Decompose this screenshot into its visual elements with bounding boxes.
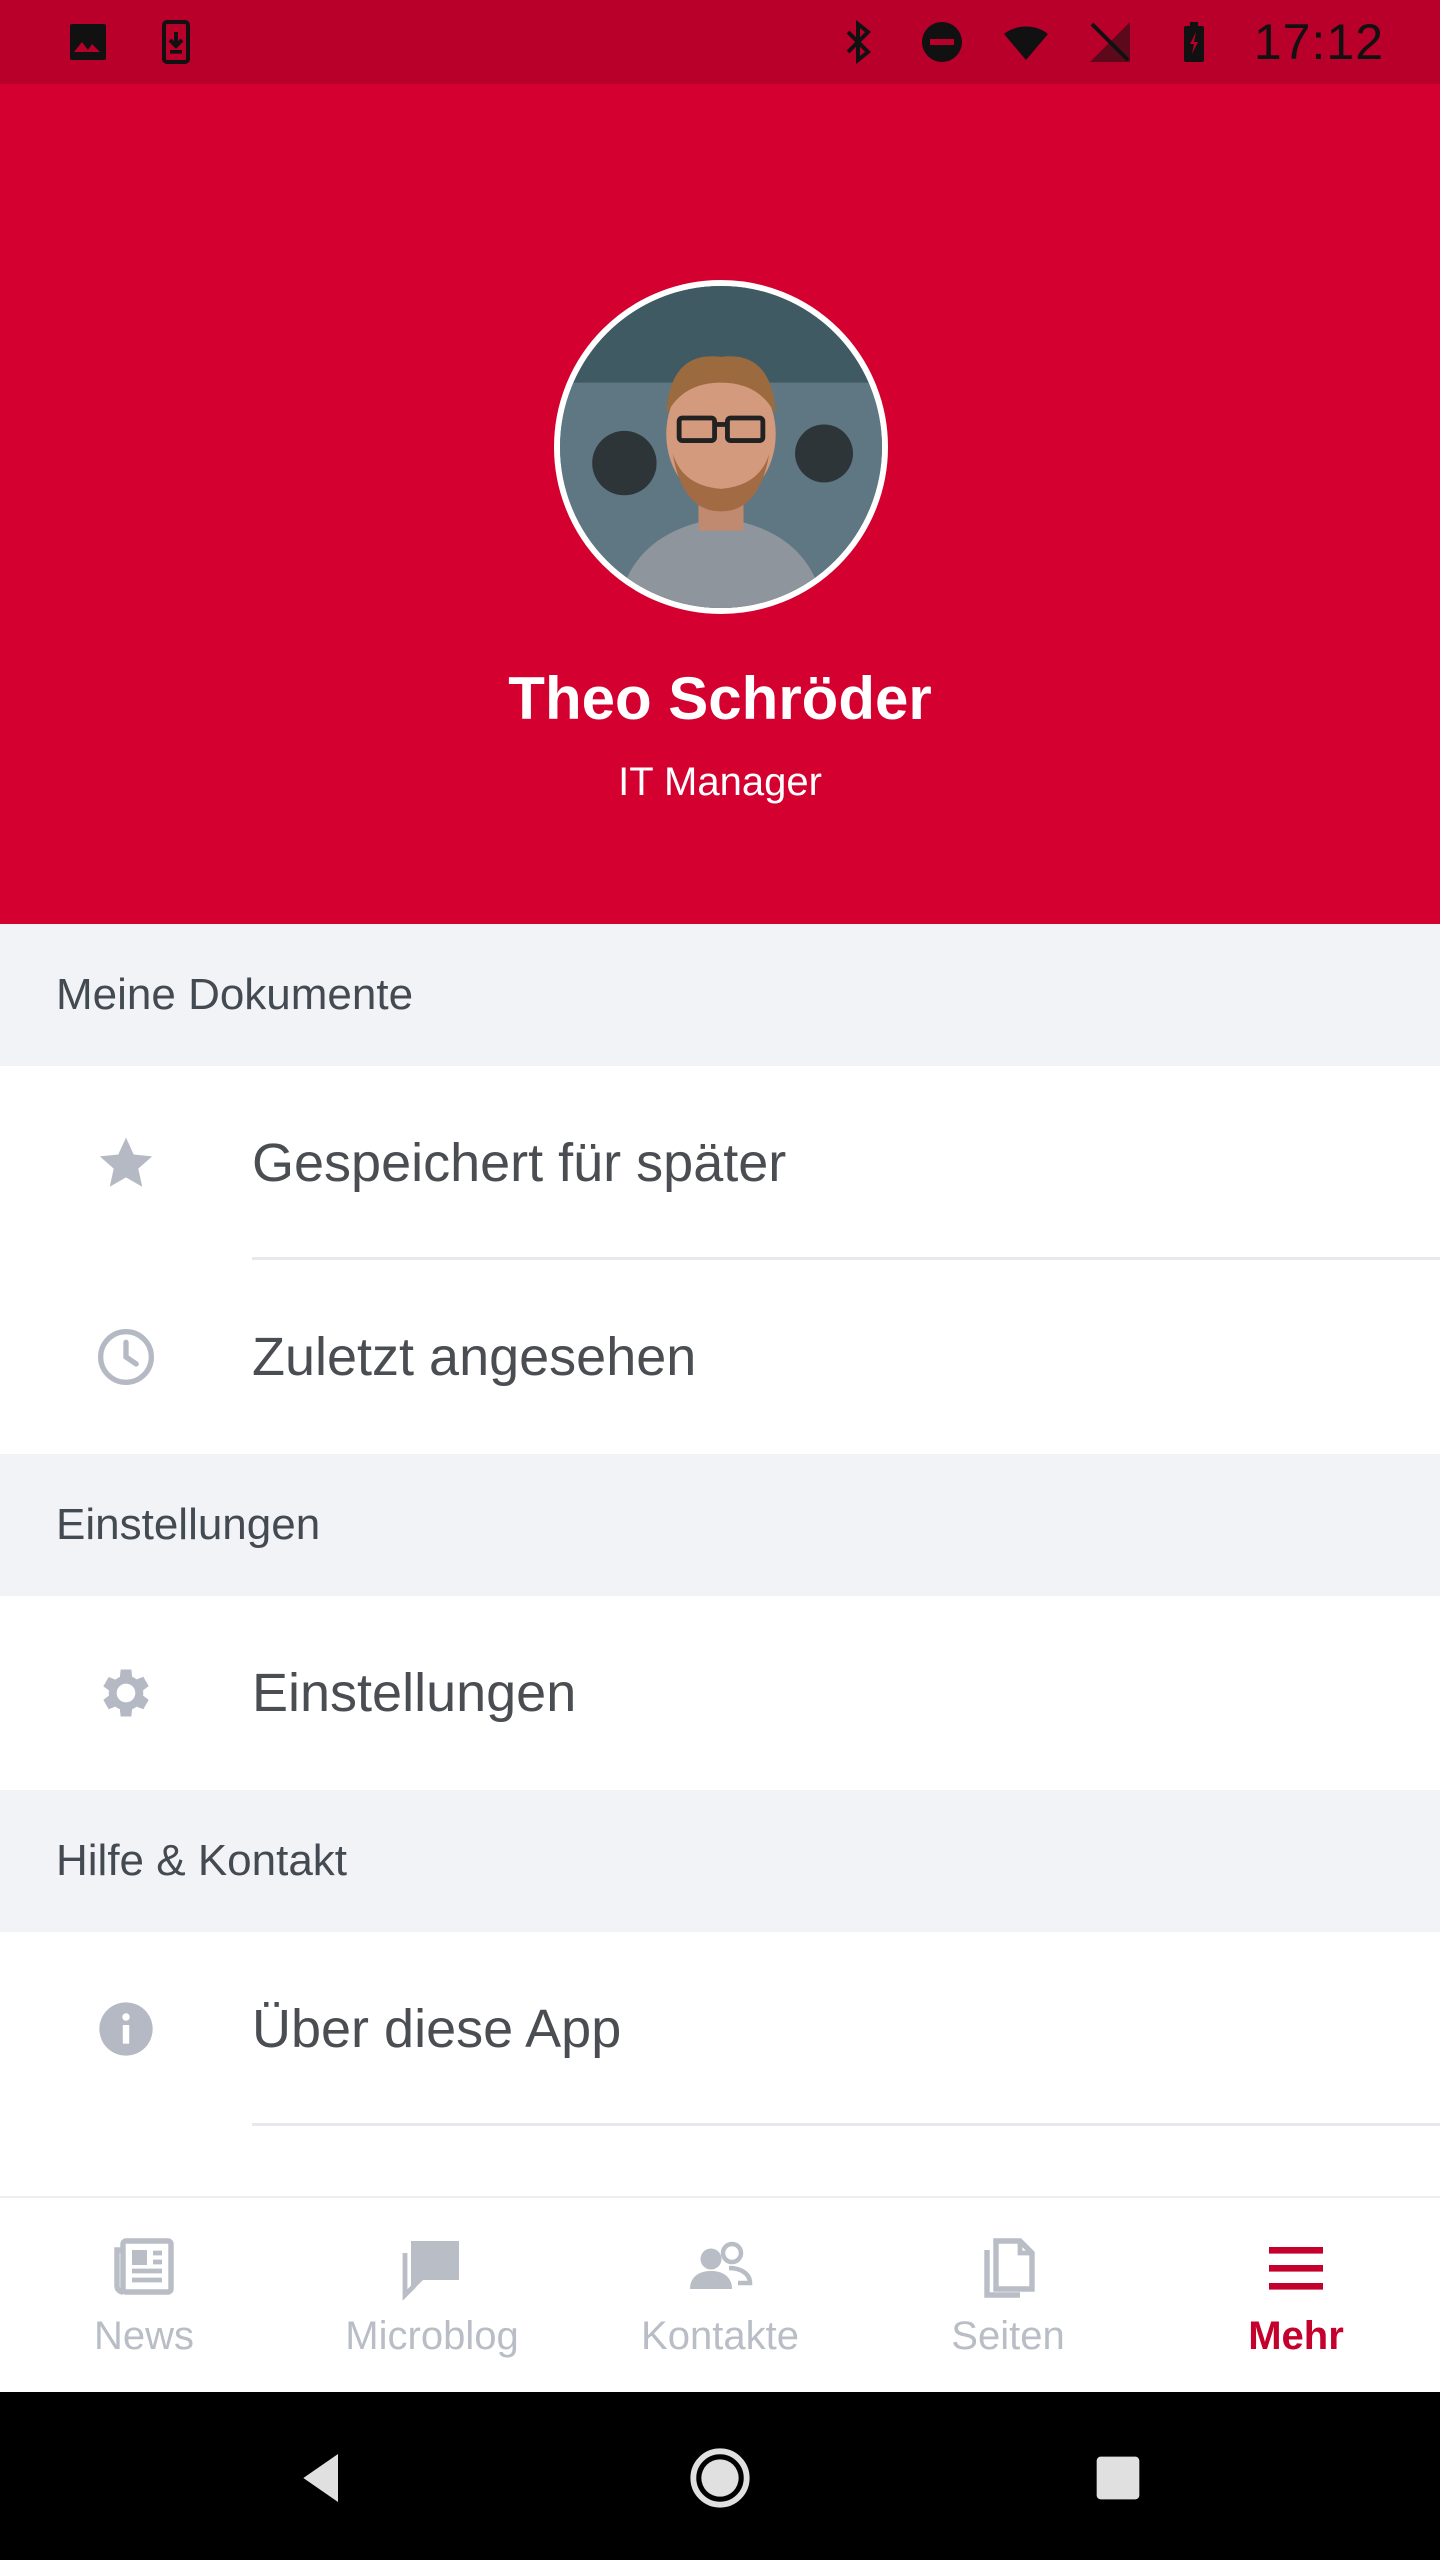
profile-role: IT Manager [618,760,822,804]
list-item-about-app[interactable]: Über diese App [0,1932,1440,2126]
nav-label: Mehr [1248,2313,1344,2358]
nav-item-more[interactable]: Mehr [1152,2198,1440,2392]
list-item-settings[interactable]: Einstellungen [0,1596,1440,1790]
wifi-icon [1002,18,1050,66]
back-icon[interactable] [290,2446,354,2510]
star-icon [94,1131,158,1195]
list-item-saved-for-later[interactable]: Gespeichert für später [0,1066,1440,1260]
chat-icon [396,2232,468,2304]
section-header-documents: Meine Dokumente [0,924,1440,1066]
divider [252,2123,1440,2126]
status-time: 17:12 [1253,14,1384,70]
list-item-label: Zuletzt angesehen [252,1327,697,1387]
system-navigation-bar [0,2392,1440,2560]
list-item-label: Einstellungen [252,1663,577,1723]
nav-label: Kontakte [641,2313,799,2358]
contacts-icon [684,2232,756,2304]
nav-label: Seiten [951,2313,1065,2358]
nav-label: News [93,2313,195,2358]
nav-item-contacts[interactable]: Kontakte [576,2198,864,2392]
list-item-recently-viewed[interactable]: Zuletzt angesehen [0,1260,1440,1454]
menu-icon [1260,2232,1332,2304]
battery-charging-icon [1170,18,1218,66]
clock-icon [94,1325,158,1389]
avatar-photo [560,286,882,608]
profile-name: Theo Schröder [508,665,932,732]
profile-header: Theo Schröder IT Manager [0,84,1440,924]
image-icon [64,18,112,66]
list-item-label: Über diese App [252,1999,622,2059]
home-icon[interactable] [688,2446,752,2510]
bluetooth-icon [834,18,882,66]
newspaper-icon [108,2232,180,2304]
gear-icon [94,1661,158,1725]
pages-icon [972,2232,1044,2304]
do-not-disturb-icon [918,18,966,66]
no-sim-icon [1086,18,1134,66]
status-bar: 17:12 [0,0,1440,84]
section-header-settings: Einstellungen [0,1454,1440,1596]
download-icon [152,18,200,66]
bottom-navigation: News Microblog Kontakte Seiten Mehr [0,2196,1440,2392]
info-icon [94,1997,158,2061]
nav-item-pages[interactable]: Seiten [864,2198,1152,2392]
nav-item-microblog[interactable]: Microblog [288,2198,576,2392]
status-right: 17:12 [834,13,1384,71]
section-header-help: Hilfe & Kontakt [0,1790,1440,1932]
recents-icon[interactable] [1086,2446,1150,2510]
avatar[interactable] [554,280,888,614]
nav-label: Microblog [345,2313,519,2358]
list-item-label: Gespeichert für später [252,1133,787,1193]
nav-item-news[interactable]: News [0,2198,288,2392]
status-left [64,18,200,66]
